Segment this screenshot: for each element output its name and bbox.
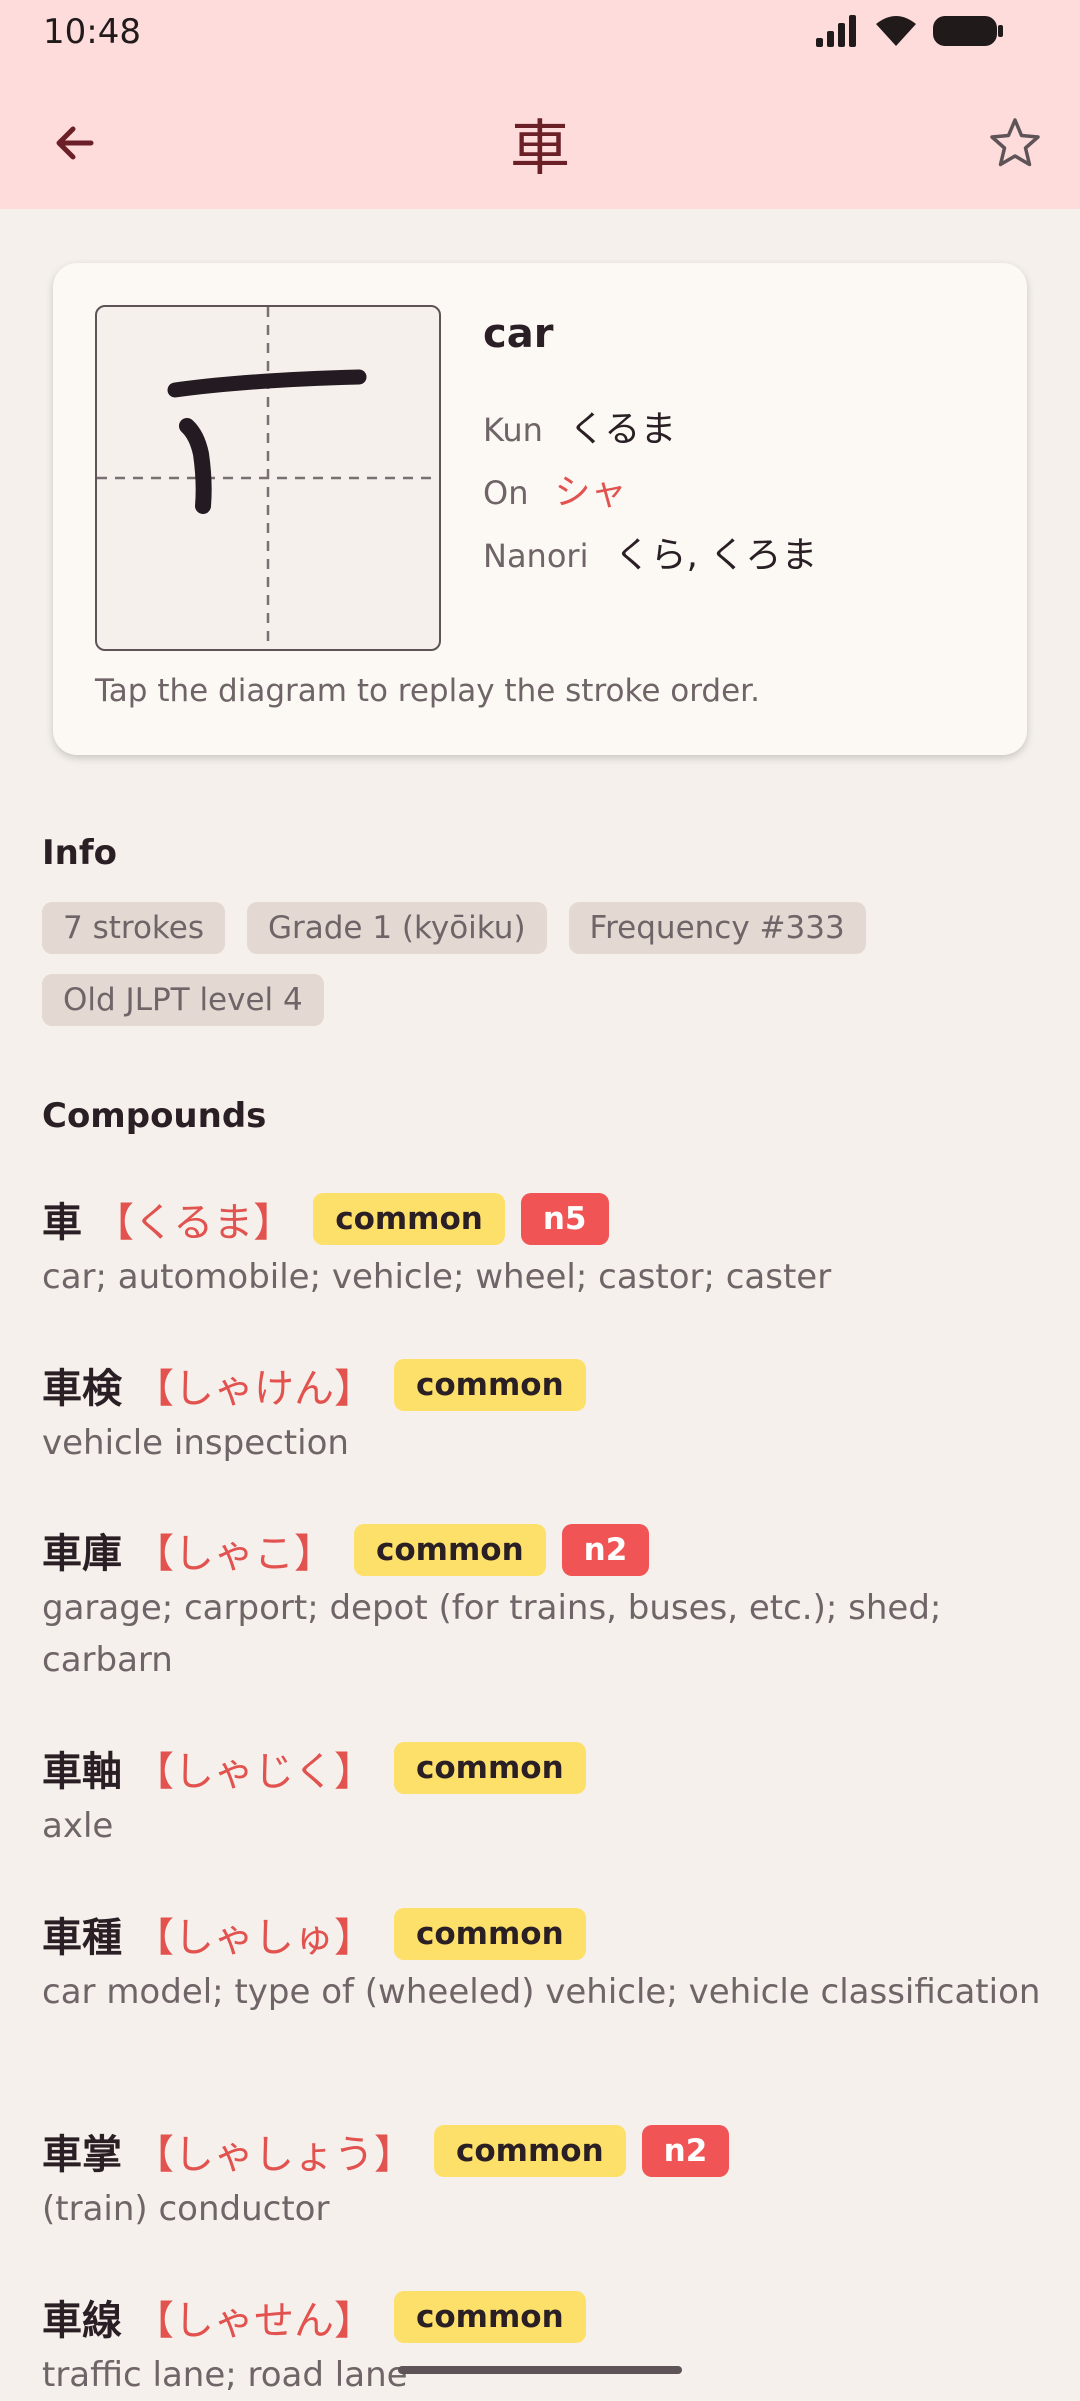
stroke-order-diagram[interactable] bbox=[95, 305, 441, 651]
star-outline-icon bbox=[990, 118, 1040, 167]
compounds-section-title: Compounds bbox=[42, 1096, 267, 1136]
nanori-value: くら, くろま bbox=[614, 535, 818, 576]
kun-reading-row: Kun くるま bbox=[483, 400, 676, 452]
common-tag: common bbox=[434, 2125, 626, 2177]
kun-value: くるま bbox=[568, 409, 677, 450]
stroke-diagram-canvas bbox=[97, 307, 439, 649]
compound-item[interactable]: 車 【くるま】 common n5 car; automobile; vehic… bbox=[42, 1189, 1042, 1303]
compound-reading: 【しゃせん】 bbox=[134, 2298, 374, 2344]
signal-icon bbox=[816, 15, 856, 47]
compound-gloss: car; automobile; vehicle; wheel; castor;… bbox=[42, 1257, 832, 1297]
compound-word: 車種 bbox=[42, 1915, 122, 1961]
compound-word: 車掌 bbox=[42, 2132, 122, 2178]
compound-gloss: car model; type of (wheeled) vehicle; ve… bbox=[42, 1972, 1041, 2012]
replay-hint: Tap the diagram to replay the stroke ord… bbox=[95, 673, 760, 709]
gesture-nav-handle[interactable] bbox=[398, 2366, 682, 2374]
compound-item[interactable]: 車掌 【しゃしょう】 common n2 (train) conductor bbox=[42, 2121, 1042, 2235]
compound-reading: 【くるま】 bbox=[94, 1200, 294, 1246]
compound-reading: 【しゃしゅ】 bbox=[134, 1915, 374, 1961]
common-tag: common bbox=[313, 1193, 505, 1245]
compound-item[interactable]: 車線 【しゃせん】 common traffic lane; road lane bbox=[42, 2287, 1042, 2401]
compound-gloss: vehicle inspection bbox=[42, 1423, 349, 1463]
compound-item[interactable]: 車庫 【しゃこ】 common n2 garage; carport; depo… bbox=[42, 1520, 1042, 1686]
info-chips: 7 strokes Grade 1 (kyōiku) Frequency #33… bbox=[42, 902, 1042, 1026]
compound-item[interactable]: 車種 【しゃしゅ】 common car model; type of (whe… bbox=[42, 1904, 1042, 2018]
compound-word: 車線 bbox=[42, 2298, 122, 2344]
common-tag: common bbox=[394, 1742, 586, 1794]
nanori-reading-row: Nanori くら, くろま bbox=[483, 526, 817, 578]
compound-word: 車検 bbox=[42, 1366, 122, 1412]
chip-frequency: Frequency #333 bbox=[568, 902, 866, 954]
page-title: 車 bbox=[510, 114, 570, 184]
jlpt-tag: n2 bbox=[561, 1524, 650, 1576]
compound-word: 車庫 bbox=[42, 1531, 122, 1577]
common-tag: common bbox=[394, 2291, 586, 2343]
common-tag: common bbox=[354, 1524, 546, 1576]
compound-reading: 【しゃけん】 bbox=[134, 1366, 374, 1412]
compound-reading: 【しゃしょう】 bbox=[134, 2132, 414, 2178]
kanji-meaning: car bbox=[483, 311, 554, 357]
chip-grade: Grade 1 (kyōiku) bbox=[246, 902, 547, 954]
on-reading-row: On シャ bbox=[483, 463, 626, 515]
compound-gloss: garage; carport; depot (for trains, buse… bbox=[42, 1588, 942, 1680]
status-icons bbox=[814, 14, 1004, 48]
jlpt-tag: n5 bbox=[520, 1193, 609, 1245]
kun-label: Kun bbox=[483, 411, 543, 449]
compound-reading: 【しゃこ】 bbox=[134, 1531, 334, 1577]
nanori-label: Nanori bbox=[483, 537, 589, 575]
compound-reading: 【しゃじく】 bbox=[134, 1749, 374, 1795]
common-tag: common bbox=[394, 1359, 586, 1411]
battery-icon bbox=[933, 16, 1003, 46]
compound-item[interactable]: 車検 【しゃけん】 common vehicle inspection bbox=[42, 1355, 1042, 1469]
jlpt-tag: n2 bbox=[641, 2125, 730, 2177]
status-bar: 10:48 bbox=[0, 0, 1080, 64]
chip-strokes: 7 strokes bbox=[42, 902, 225, 954]
on-value: シャ bbox=[554, 472, 627, 513]
chip-jlpt: Old JLPT level 4 bbox=[42, 974, 324, 1026]
compound-word: 車軸 bbox=[42, 1749, 122, 1795]
favorite-button[interactable] bbox=[980, 108, 1050, 178]
info-section-title: Info bbox=[42, 833, 118, 873]
kanji-card: car Kun くるま On シャ Nanori くら, くろま Tap the… bbox=[53, 263, 1027, 755]
compound-gloss: (train) conductor bbox=[42, 2189, 330, 2229]
common-tag: common bbox=[394, 1908, 586, 1960]
wifi-icon bbox=[876, 16, 916, 46]
app-bar: 車 bbox=[0, 64, 1080, 209]
status-time: 10:48 bbox=[43, 12, 141, 52]
compound-word: 車 bbox=[42, 1200, 82, 1246]
compound-gloss: axle bbox=[42, 1806, 114, 1846]
compound-item[interactable]: 車軸 【しゃじく】 common axle bbox=[42, 1738, 1042, 1852]
compound-gloss: traffic lane; road lane bbox=[42, 2355, 408, 2395]
on-label: On bbox=[483, 474, 529, 512]
